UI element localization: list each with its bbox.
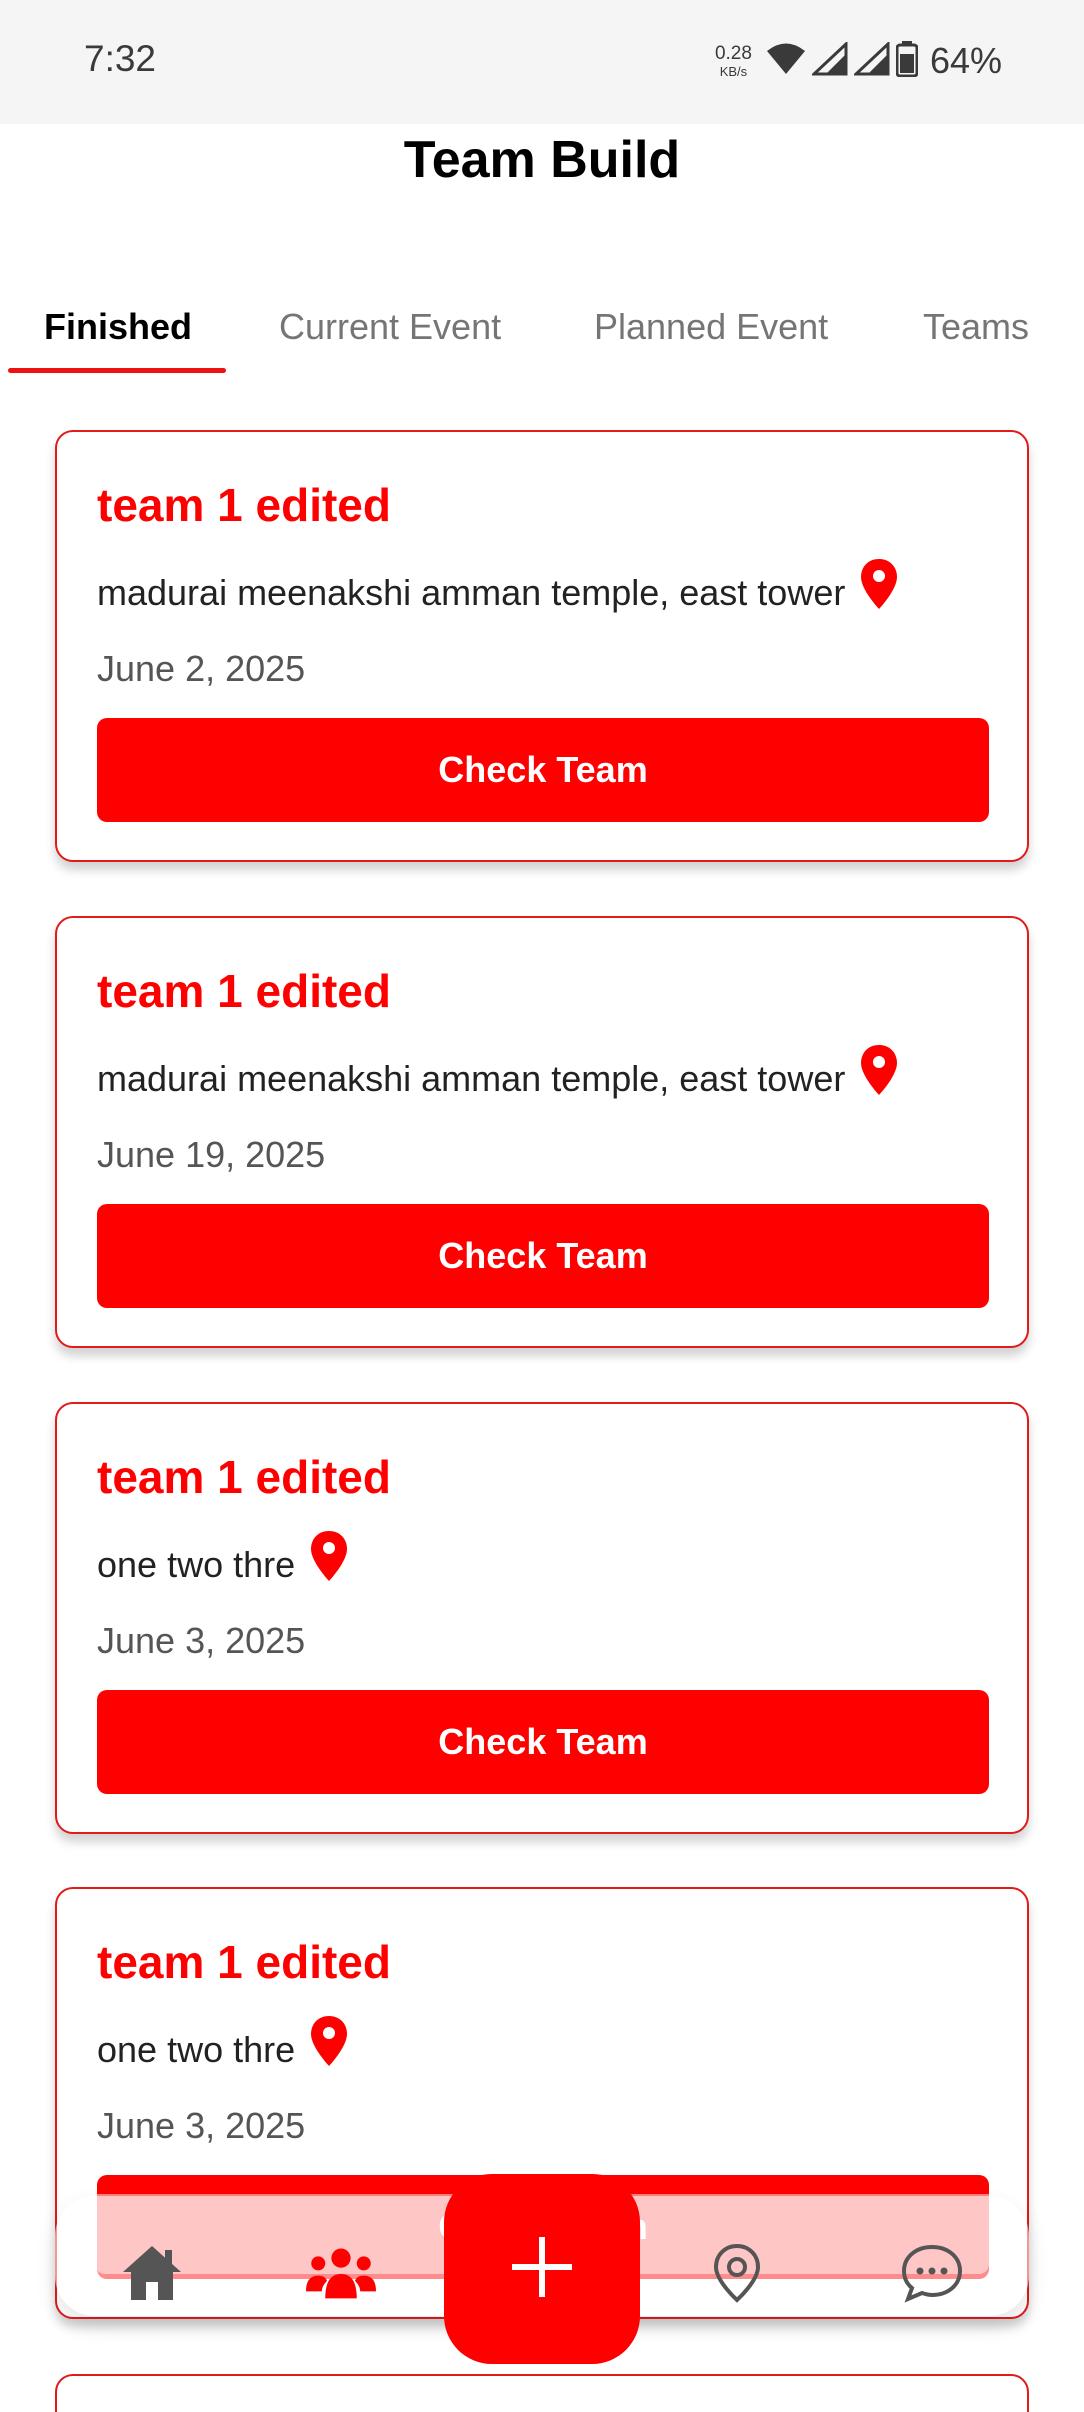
signal-icon [852, 40, 890, 81]
signal-icon [810, 40, 848, 81]
card-date: June 2, 2025 [97, 648, 306, 689]
card-title: team 1 edited [97, 479, 391, 531]
tab-finished[interactable]: Finished [44, 306, 192, 348]
card-location: madurai meenakshi amman temple, east tow… [97, 1045, 899, 1100]
card-title: team 1 edited [97, 1936, 391, 1988]
check-team-button[interactable]: Check Team [97, 1690, 989, 1794]
card-title: team 1 edited [97, 965, 391, 1017]
event-card: team 1 edited one two thre June 3, 2025 … [55, 1402, 1029, 1834]
location-pin-icon[interactable] [859, 557, 899, 611]
network-speed-value: 0.28 [714, 43, 752, 64]
page-title: Team Build [403, 131, 681, 189]
location-pin-icon[interactable] [859, 1043, 899, 1097]
home-icon[interactable] [117, 2238, 187, 2308]
status-time: 7:32 [84, 38, 157, 79]
add-icon [510, 2235, 574, 2304]
team-icon[interactable] [306, 2238, 376, 2308]
event-card: team 1 edited madurai meenakshi amman te… [55, 916, 1029, 1348]
event-card: team 1 edited madurai meenakshi amman te… [55, 430, 1029, 862]
location-pin-icon[interactable] [309, 2014, 349, 2068]
check-team-button[interactable]: Check Team [97, 718, 989, 822]
card-date: June 19, 2025 [97, 1134, 326, 1175]
tab-planned-event[interactable]: Planned Event [594, 306, 828, 348]
tab-teams[interactable]: Teams [923, 306, 1029, 348]
card-date: June 3, 2025 [97, 1620, 306, 1661]
network-speed: 0.28 KB/s [715, 44, 752, 78]
chat-icon[interactable] [897, 2238, 967, 2308]
network-speed-unit: KB/s [719, 64, 748, 79]
card-location: one two thre [97, 1531, 349, 1586]
status-indicators: 0.28 KB/s 64% [715, 36, 1002, 86]
active-tab-indicator [8, 368, 226, 373]
wifi-icon [766, 42, 806, 81]
location-pin-icon[interactable] [309, 1529, 349, 1583]
card-date: June 3, 2025 [97, 2105, 306, 2146]
event-card-partial [55, 2374, 1029, 2412]
battery-percentage: 64% [929, 40, 1002, 81]
card-location-text: one two thre [97, 2029, 296, 2070]
card-location: madurai meenakshi amman temple, east tow… [97, 559, 899, 614]
card-location-text: madurai meenakshi amman temple, east tow… [97, 572, 846, 613]
card-location-text: one two thre [97, 1544, 296, 1585]
check-team-button[interactable]: Check Team [97, 1204, 989, 1308]
location-icon[interactable] [702, 2238, 772, 2308]
tab-bar: Finished Current Event Planned Event Tea… [0, 296, 1084, 376]
tab-current-event[interactable]: Current Event [279, 306, 501, 348]
card-title: team 1 edited [97, 1451, 391, 1503]
add-button[interactable] [444, 2174, 640, 2364]
battery-icon [895, 40, 919, 82]
card-location: one two thre [97, 2016, 349, 2071]
card-location-text: madurai meenakshi amman temple, east tow… [97, 1058, 846, 1099]
status-bar: 7:32 0.28 KB/s 64% [0, 0, 1084, 124]
